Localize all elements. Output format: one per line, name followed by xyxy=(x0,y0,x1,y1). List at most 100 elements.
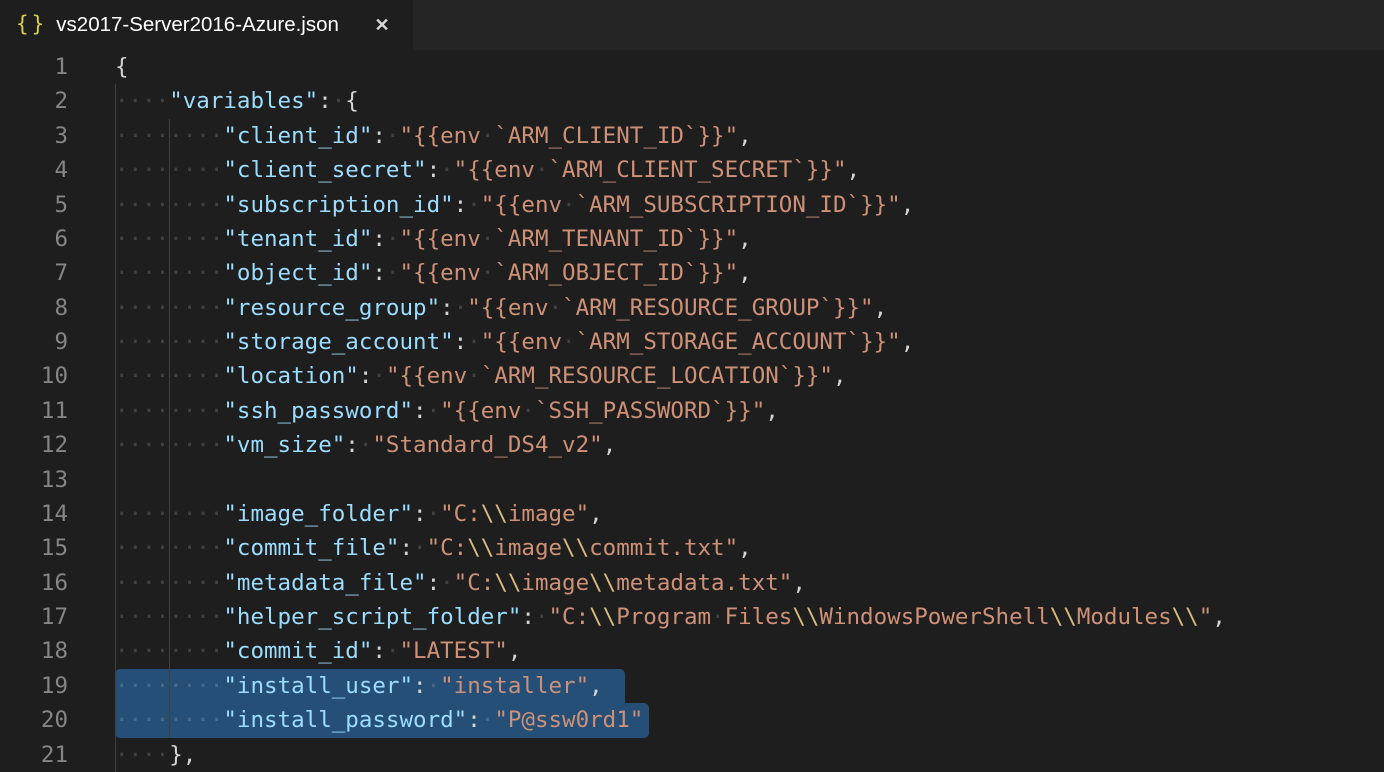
line-number[interactable]: 1 xyxy=(0,50,68,84)
code-token: commit.txt" xyxy=(589,535,738,561)
code-line[interactable]: ····"variables":·{ xyxy=(115,84,1384,118)
code-token: `ARM_OBJECT_ID`}}" xyxy=(494,260,738,286)
code-area[interactable]: {····"variables":·{········"client_id":·… xyxy=(115,50,1384,772)
code-token: "{{env xyxy=(399,123,480,149)
code-token: `ARM_STORAGE_ACCOUNT`}}" xyxy=(576,329,901,355)
code-token: \\ xyxy=(1172,604,1199,630)
code-token: `ARM_CLIENT_ID`}}" xyxy=(494,123,738,149)
code-token: : xyxy=(372,260,386,286)
tab-bar: {} vs2017-Server2016-Azure.json ✕ xyxy=(0,0,1384,50)
code-token: " xyxy=(1199,604,1213,630)
line-number[interactable]: 9 xyxy=(0,325,68,359)
line-number[interactable]: 11 xyxy=(0,394,68,428)
code-line[interactable]: ····}, xyxy=(115,738,1384,772)
code-token: "LATEST" xyxy=(399,638,507,664)
code-token: , xyxy=(1212,604,1226,630)
code-token: "C: xyxy=(440,501,481,527)
code-token: "install_user" xyxy=(223,673,413,699)
line-number[interactable]: 8 xyxy=(0,291,68,325)
line-number[interactable]: 12 xyxy=(0,428,68,462)
line-number[interactable]: 18 xyxy=(0,634,68,668)
code-line[interactable]: ········"resource_group":·"{{env·`ARM_RE… xyxy=(115,291,1384,325)
whitespace-dots: · xyxy=(521,398,535,424)
line-number[interactable]: 21 xyxy=(0,738,68,772)
code-line[interactable]: ········"install_password":·"P@ssw0rd1" xyxy=(115,703,1384,737)
code-token: : xyxy=(521,604,535,630)
tab-active-file[interactable]: {} vs2017-Server2016-Azure.json ✕ xyxy=(0,0,413,50)
code-token: "client_id" xyxy=(223,123,372,149)
line-number-gutter[interactable]: 123456789101112131415161718192021 xyxy=(0,50,115,772)
editor[interactable]: 123456789101112131415161718192021 {····"… xyxy=(0,50,1384,772)
code-token: , xyxy=(589,501,603,527)
code-line[interactable]: ········"commit_file":·"C:\\image\\commi… xyxy=(115,531,1384,565)
code-line[interactable]: ········"image_folder":·"C:\\image", xyxy=(115,497,1384,531)
line-number[interactable]: 7 xyxy=(0,256,68,290)
code-token: "commit_file" xyxy=(223,535,399,561)
code-token: "C: xyxy=(454,570,495,596)
code-token: "helper_script_folder" xyxy=(223,604,521,630)
code-token: Modules xyxy=(1077,604,1172,630)
tab-filename: vs2017-Server2016-Azure.json xyxy=(56,13,339,37)
line-number[interactable]: 3 xyxy=(0,119,68,153)
code-line[interactable]: ········"storage_account":·"{{env·`ARM_S… xyxy=(115,325,1384,359)
whitespace-dots: · xyxy=(359,432,373,458)
code-line[interactable]: ········"client_secret":·"{{env·`ARM_CLI… xyxy=(115,153,1384,187)
code-line[interactable]: ········"commit_id":·"LATEST", xyxy=(115,634,1384,668)
whitespace-dots: · xyxy=(427,673,441,699)
code-token: \\ xyxy=(792,604,819,630)
code-line[interactable]: ········"install_user":·"installer", xyxy=(115,669,1384,703)
code-token: image xyxy=(521,570,589,596)
code-token: \\ xyxy=(494,570,521,596)
whitespace-dots: · xyxy=(467,192,481,218)
indent-guide xyxy=(169,119,170,738)
code-line[interactable]: ········"tenant_id":·"{{env·`ARM_TENANT_… xyxy=(115,222,1384,256)
code-token: : xyxy=(454,329,468,355)
whitespace-dots: · xyxy=(386,638,400,664)
code-token: \\ xyxy=(467,535,494,561)
line-number[interactable]: 17 xyxy=(0,600,68,634)
code-token: "C: xyxy=(548,604,589,630)
code-token: "C: xyxy=(427,535,468,561)
code-token: "{{env xyxy=(481,192,562,218)
line-number[interactable]: 16 xyxy=(0,566,68,600)
whitespace-dots: · xyxy=(454,295,468,321)
whitespace-dots: · xyxy=(535,157,549,183)
whitespace-dots: · xyxy=(372,363,386,389)
whitespace-dots: · xyxy=(481,226,495,252)
code-line[interactable]: ········"location":·"{{env·`ARM_RESOURCE… xyxy=(115,359,1384,393)
line-number[interactable]: 13 xyxy=(0,463,68,497)
line-number[interactable]: 14 xyxy=(0,497,68,531)
whitespace-dots: · xyxy=(386,123,400,149)
json-file-icon: {} xyxy=(16,12,47,36)
line-number[interactable]: 4 xyxy=(0,153,68,187)
line-number[interactable]: 2 xyxy=(0,84,68,118)
line-number[interactable]: 19 xyxy=(0,669,68,703)
whitespace-dots: · xyxy=(549,295,563,321)
code-token: `ARM_TENANT_ID`}}" xyxy=(494,226,738,252)
code-line[interactable]: ········"client_id":·"{{env·`ARM_CLIENT_… xyxy=(115,119,1384,153)
code-line[interactable]: ········"object_id":·"{{env·`ARM_OBJECT_… xyxy=(115,256,1384,290)
whitespace-dots: · xyxy=(427,398,441,424)
line-number[interactable]: 20 xyxy=(0,703,68,737)
line-number[interactable]: 5 xyxy=(0,188,68,222)
code-line[interactable]: ········"helper_script_folder":·"C:\\Pro… xyxy=(115,600,1384,634)
code-line[interactable]: ········"vm_size":·"Standard_DS4_v2", xyxy=(115,428,1384,462)
line-number[interactable]: 6 xyxy=(0,222,68,256)
tab-close-icon[interactable]: ✕ xyxy=(367,10,397,40)
code-token: "{{env xyxy=(481,329,562,355)
code-token: \\ xyxy=(589,604,616,630)
line-number[interactable]: 15 xyxy=(0,531,68,565)
code-token: "{{env xyxy=(386,363,467,389)
code-line[interactable] xyxy=(115,463,1384,497)
code-token: , xyxy=(847,157,861,183)
code-token: { xyxy=(345,88,359,114)
code-line[interactable]: ········"ssh_password":·"{{env·`SSH_PASS… xyxy=(115,394,1384,428)
code-token: "Standard_DS4_v2" xyxy=(372,432,602,458)
code-token: , xyxy=(738,226,752,252)
code-token: : xyxy=(372,226,386,252)
line-number[interactable]: 10 xyxy=(0,359,68,393)
code-token: : xyxy=(454,192,468,218)
code-line[interactable]: ········"metadata_file":·"C:\\image\\met… xyxy=(115,566,1384,600)
code-line[interactable]: { xyxy=(115,50,1384,84)
code-line[interactable]: ········"subscription_id":·"{{env·`ARM_S… xyxy=(115,188,1384,222)
